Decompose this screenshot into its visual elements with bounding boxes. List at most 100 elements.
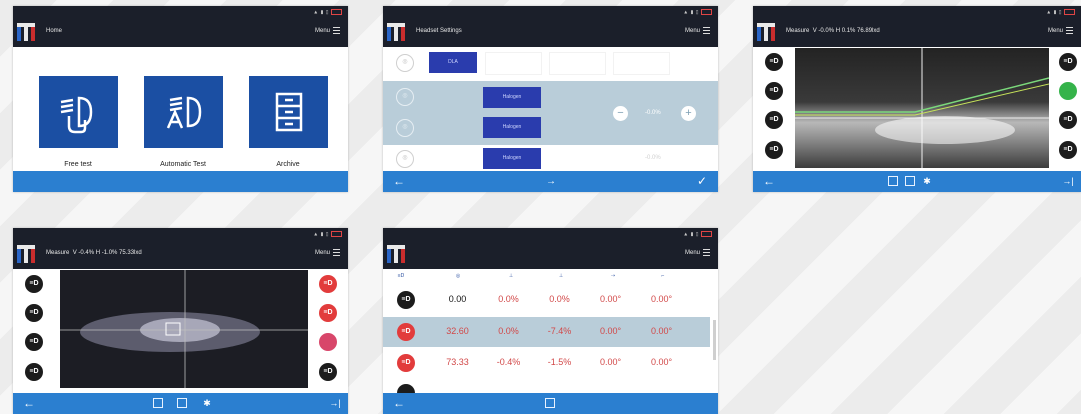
lamp-radio-4[interactable]: ◎ bbox=[396, 150, 414, 168]
lamp-selector-1[interactable]: ≡D bbox=[765, 53, 783, 71]
lamp-selector-2[interactable]: ≡D bbox=[25, 304, 43, 322]
next-arrow-icon[interactable]: → bbox=[543, 171, 559, 192]
lamp-icon: ≡D bbox=[397, 323, 415, 341]
app-logo bbox=[757, 23, 775, 41]
finish-arrow-icon[interactable]: →| bbox=[326, 393, 344, 414]
app-logo bbox=[387, 245, 405, 263]
status-bar: ▲ ▮ ▯ bbox=[683, 9, 712, 15]
menu-button[interactable]: Menu bbox=[315, 27, 340, 34]
table-cell: 0.0% bbox=[498, 326, 519, 336]
measure-screen-2: ▲ ▮ ▯ Measure V -0.4% H -1.0% 75.33lxd M… bbox=[13, 228, 348, 414]
top-bar: ▲ ▮ ▯ Headset Settings Menu bbox=[383, 6, 718, 47]
app-logo bbox=[17, 23, 35, 41]
lamp-radio-2[interactable]: ◎ bbox=[396, 88, 414, 106]
lamp-status-2[interactable]: ≡D bbox=[319, 304, 337, 322]
type-option-button[interactable] bbox=[485, 52, 542, 75]
hamburger-icon bbox=[333, 27, 340, 34]
home-screen: ▲ ▮ ▯ Home Menu Free test Automatic Test… bbox=[13, 6, 348, 192]
table-cell: 0.0% bbox=[549, 294, 570, 304]
vertical-column-icon: ⊥ bbox=[508, 273, 514, 279]
lamp-status-3[interactable] bbox=[319, 333, 337, 351]
save-icon[interactable] bbox=[905, 176, 915, 186]
lamp-radio-3[interactable]: ◎ bbox=[396, 119, 414, 137]
settings-icon[interactable]: ✱ bbox=[201, 393, 213, 414]
lamp-selector-4[interactable]: ≡D bbox=[765, 141, 783, 159]
headlamp-settings-screen: ▲ ▮ ▯ Headset Settings Menu ◎ DLA ◎ ◎ Ha… bbox=[383, 6, 718, 192]
lamp-row-2: ◎ ◎ Halogen Halogen − -0.0% + bbox=[383, 81, 718, 145]
bottom-bar: ← ✱ →| bbox=[13, 393, 348, 414]
beam-pattern bbox=[795, 48, 1049, 168]
table-row[interactable]: ≡D 0.00 0.0% 0.0% 0.00° 0.00° bbox=[383, 285, 710, 315]
tilt-column-icon: ⌐ bbox=[661, 273, 665, 279]
bottom-bar: ← bbox=[383, 393, 718, 414]
table-cell: 0.0% bbox=[498, 294, 519, 304]
lamp-selector-2[interactable]: ≡D bbox=[765, 82, 783, 100]
status-bar: ▲ ▮ ▯ bbox=[683, 231, 712, 237]
lamp-icon: ≡D bbox=[397, 291, 415, 309]
back-arrow-icon[interactable]: ← bbox=[391, 393, 407, 414]
lamp-selector-3[interactable]: ≡D bbox=[25, 333, 43, 351]
back-arrow-icon[interactable]: ← bbox=[391, 171, 407, 192]
settings-icon[interactable]: ✱ bbox=[921, 171, 933, 192]
menu-button[interactable]: Menu bbox=[685, 249, 710, 256]
decrease-button[interactable]: − bbox=[613, 106, 628, 121]
intensity-column-icon: ◎ bbox=[455, 273, 461, 279]
menu-button[interactable]: Menu bbox=[1048, 27, 1073, 34]
archive-label: Archive bbox=[276, 161, 300, 168]
lamp-status-3[interactable]: ≡D bbox=[1059, 111, 1077, 129]
type-option-button[interactable] bbox=[549, 52, 606, 75]
beam-camera-view bbox=[795, 48, 1049, 168]
free-test-label: Free test bbox=[64, 161, 92, 168]
halogen-button[interactable]: Halogen bbox=[483, 148, 541, 169]
cabinet-icon bbox=[275, 92, 303, 132]
page-title: Measure V -0.0% H 0.1% 76.89lxd bbox=[786, 28, 880, 34]
bottom-bar bbox=[13, 171, 348, 192]
lamp-radio-1[interactable]: ◎ bbox=[396, 54, 414, 72]
table-scrollbar[interactable] bbox=[713, 320, 716, 360]
free-test-tile[interactable] bbox=[39, 76, 118, 148]
status-bar: ▲ ▮ ▯ bbox=[313, 9, 342, 15]
lamp-status-1[interactable]: ≡D bbox=[1059, 53, 1077, 71]
table-cell: 0.00° bbox=[599, 357, 622, 367]
hamburger-icon bbox=[703, 27, 710, 34]
confirm-check-icon[interactable]: ✓ bbox=[694, 171, 710, 192]
lamp-status-4[interactable]: ≡D bbox=[1059, 141, 1077, 159]
lamp-status-2[interactable] bbox=[1059, 82, 1077, 100]
screen-icon[interactable] bbox=[153, 398, 163, 408]
halogen-button[interactable]: Halogen bbox=[483, 117, 541, 138]
status-bar: ▲ ▮ ▯ bbox=[313, 231, 342, 237]
automatic-test-tile[interactable] bbox=[144, 76, 223, 148]
lamp-status-4[interactable]: ≡D bbox=[319, 363, 337, 381]
type-option-button[interactable] bbox=[613, 52, 670, 75]
angle-column-icon: ⇢ bbox=[610, 273, 616, 279]
table-row[interactable]: ≡D 73.33 -0.4% -1.5% 0.00° 0.00° bbox=[383, 348, 710, 378]
table-row[interactable] bbox=[383, 380, 710, 402]
menu-button[interactable]: Menu bbox=[685, 27, 710, 34]
bottom-bar: ← ✱ →| bbox=[753, 171, 1081, 192]
lamp-selector-3[interactable]: ≡D bbox=[765, 111, 783, 129]
lamp-status-1[interactable]: ≡D bbox=[319, 275, 337, 293]
table-cell: 0.00° bbox=[599, 294, 622, 304]
halogen-button[interactable]: Halogen bbox=[483, 87, 541, 108]
save-icon[interactable] bbox=[545, 398, 555, 408]
lamp-selector-4[interactable]: ≡D bbox=[25, 363, 43, 381]
app-logo bbox=[387, 23, 405, 41]
save-icon[interactable] bbox=[177, 398, 187, 408]
table-cell: 0.00° bbox=[650, 326, 673, 336]
increase-button[interactable]: + bbox=[681, 106, 696, 121]
table-row[interactable]: ≡D 32.60 0.0% -7.4% 0.00° 0.00° bbox=[383, 317, 710, 347]
back-arrow-icon[interactable]: ← bbox=[761, 171, 777, 192]
table-cell: -7.4% bbox=[547, 326, 572, 336]
top-bar: ▲ ▮ ▯ Measure V -0.0% H 0.1% 76.89lxd Me… bbox=[753, 6, 1081, 47]
finish-arrow-icon[interactable]: →| bbox=[1059, 171, 1077, 192]
archive-tile[interactable] bbox=[249, 76, 328, 148]
lamp-selector-1[interactable]: ≡D bbox=[25, 275, 43, 293]
results-screen: ▲ ▮ ▯ Menu ≡D ◎ ⊥ ⊥ ⇢ ⌐ ≡D 0.00 0.0% 0.0… bbox=[383, 228, 718, 414]
menu-button[interactable]: Menu bbox=[315, 249, 340, 256]
screen-icon[interactable] bbox=[888, 176, 898, 186]
lamp-icon: ≡D bbox=[397, 354, 415, 372]
back-arrow-icon[interactable]: ← bbox=[21, 393, 37, 414]
dla-button[interactable]: DLA bbox=[429, 52, 477, 73]
table-cell: -1.5% bbox=[547, 357, 572, 367]
page-title: Home bbox=[46, 28, 63, 34]
